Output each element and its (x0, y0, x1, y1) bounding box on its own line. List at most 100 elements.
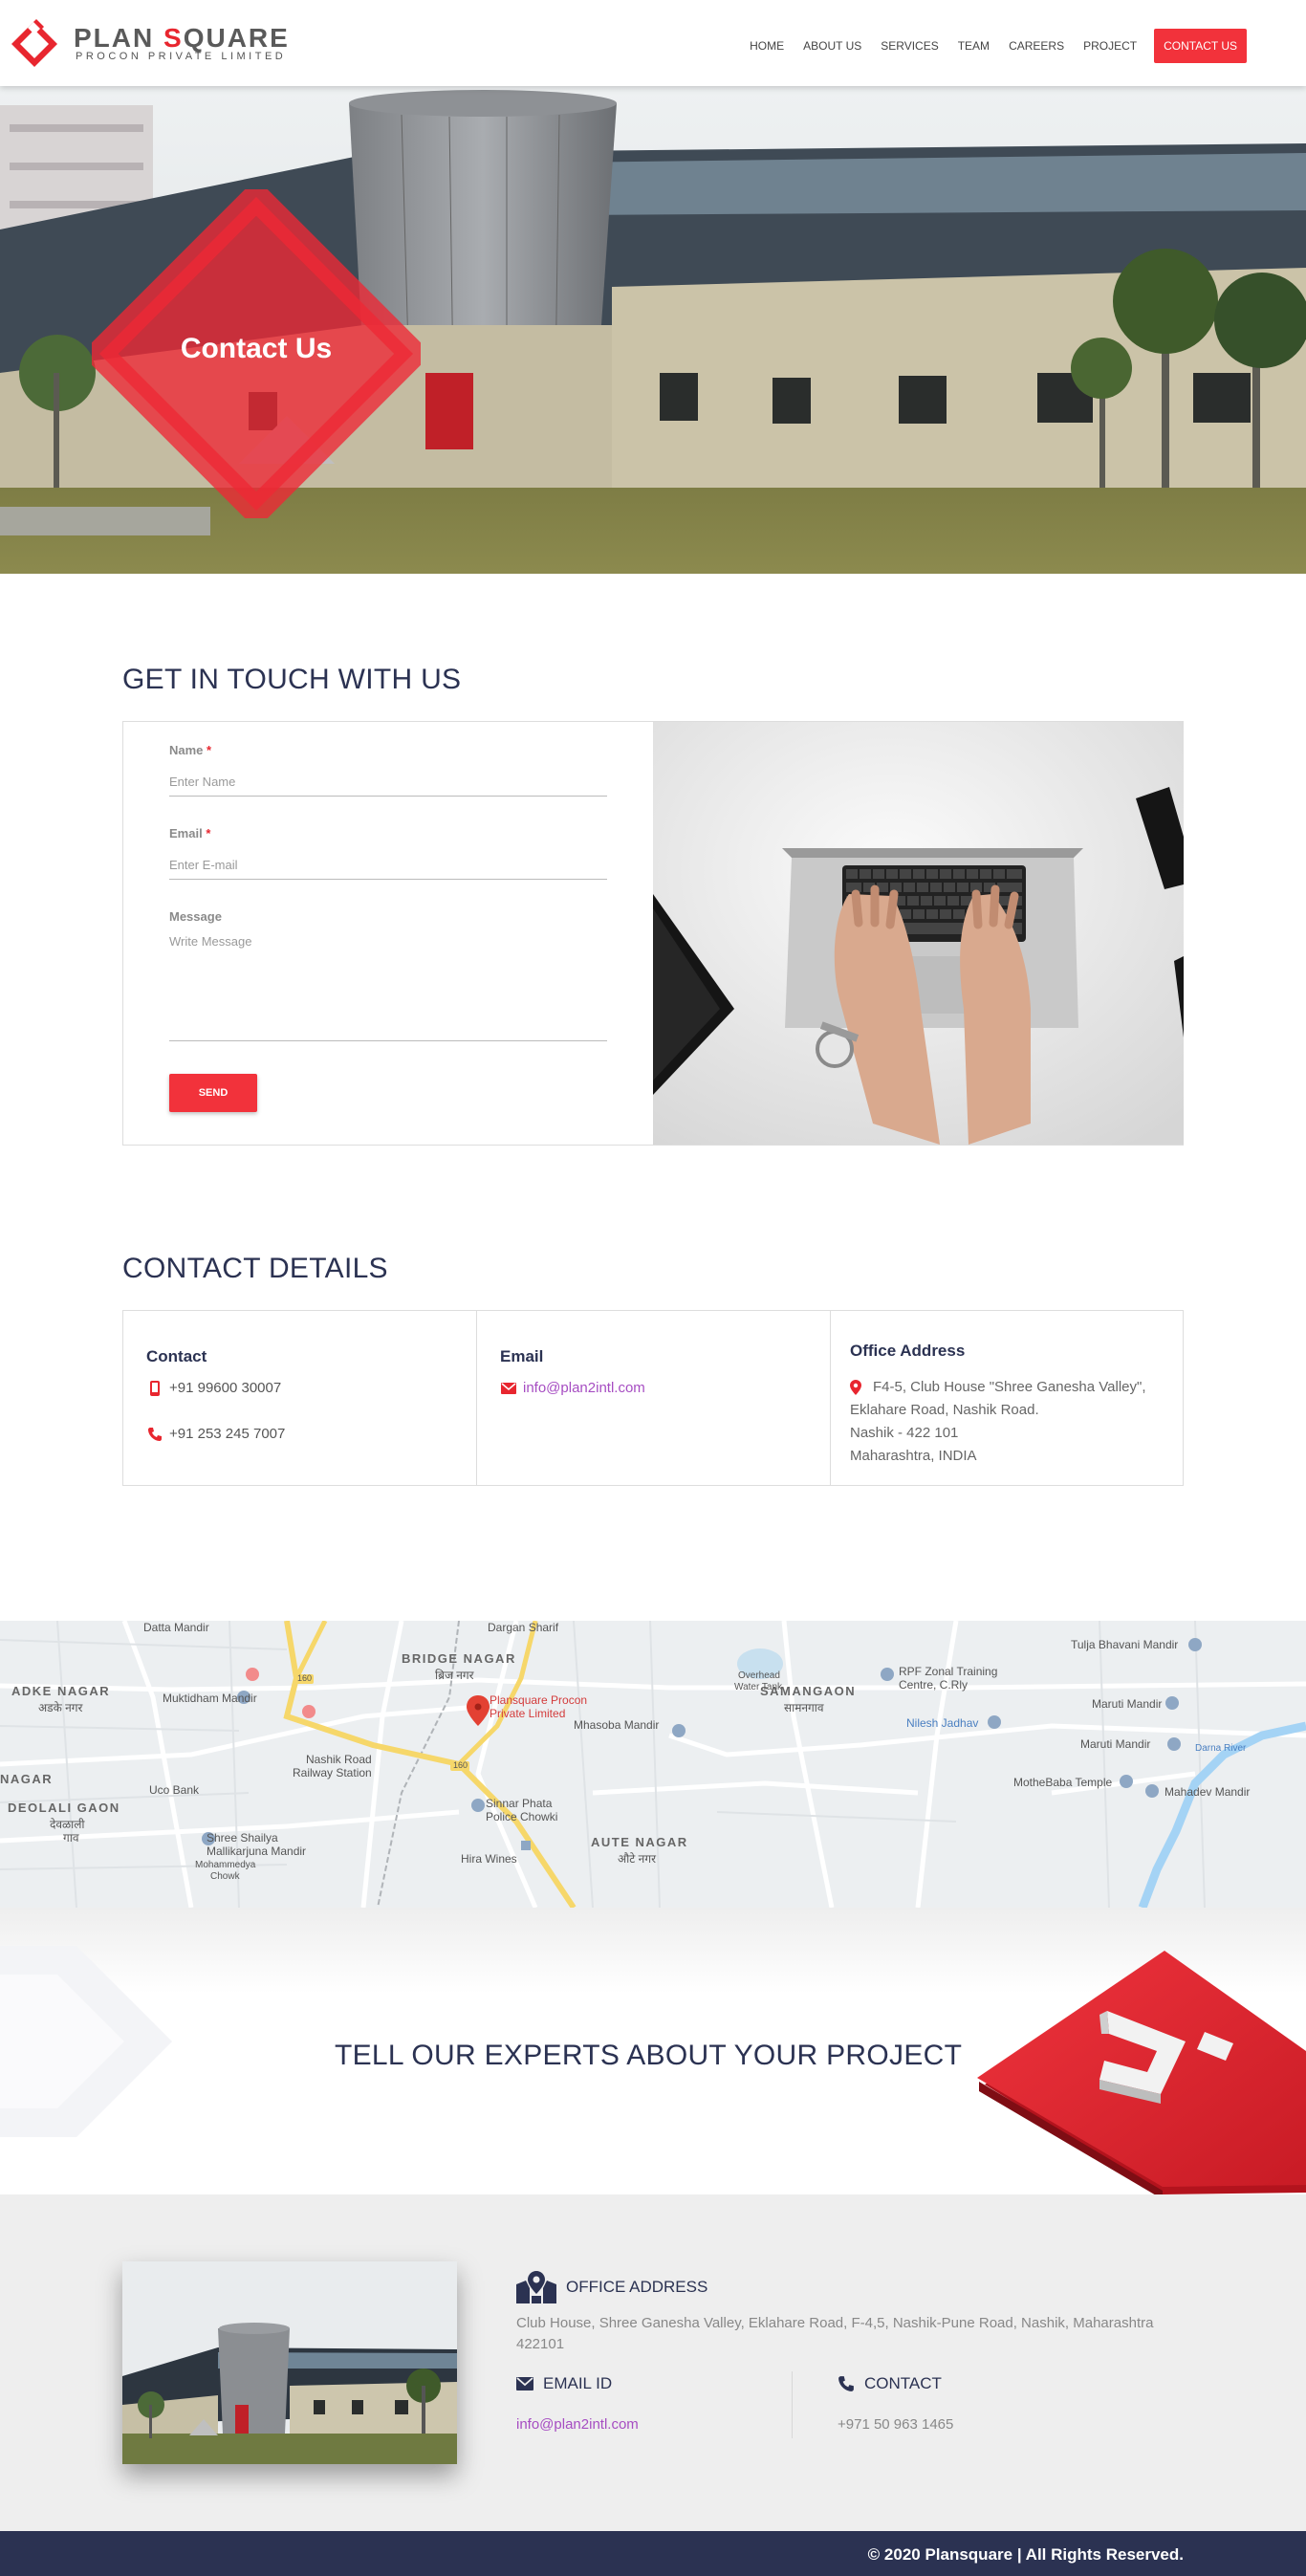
copyright-bar: © 2020 Plansquare | All Rights Reserved. (0, 2531, 1306, 2576)
phone-icon (838, 2375, 855, 2392)
office-column: Office Address F4-5, Club House "Shree G… (831, 1311, 1183, 1485)
map-label: ब्रिज नगर (435, 1669, 474, 1682)
hero-title: Contact Us (180, 333, 333, 364)
message-input[interactable] (169, 934, 607, 1041)
name-input[interactable] (169, 768, 607, 797)
nav-contact-us[interactable]: CONTACT US (1154, 29, 1247, 63)
map-label: Tulja Bhavani Mandir (1071, 1638, 1179, 1651)
map-label: MotheBaba Temple (1013, 1776, 1113, 1789)
map-label: Mallikarjuna Mandir (207, 1845, 307, 1858)
map-label: Dargan Sharif (488, 1621, 559, 1634)
nav-careers[interactable]: CAREERS (1009, 39, 1064, 53)
email-column: Email info@plan2intl.com (477, 1311, 831, 1485)
email-input[interactable] (169, 851, 607, 880)
copyright-text: © 2020 Plansquare | All Rights Reserved. (867, 2545, 1184, 2564)
email-heading: Email (500, 1347, 544, 1365)
map-label: Plansquare Procon (490, 1693, 588, 1707)
map-label: Police Chowki (486, 1810, 558, 1823)
name-label: Name * (169, 743, 212, 757)
map-label: Centre, C.Rly (899, 1678, 969, 1692)
map-label: Muktidham Mandir (163, 1692, 257, 1705)
brand-logo-icon (11, 19, 57, 67)
map-label: सामनगाव (784, 1701, 824, 1714)
map-label: अडके नगर (38, 1701, 83, 1714)
map-label: Mahadev Mandir (1165, 1785, 1251, 1799)
map-label: 160 (453, 1760, 468, 1770)
brand-subtitle: PROCON PRIVATE LIMITED (76, 51, 287, 62)
envelope-icon (516, 2377, 533, 2390)
contact-form-card: Name * Email * Message SEND (122, 721, 1184, 1146)
laptop-photo (653, 722, 1184, 1145)
nav-services[interactable]: SERVICES (881, 39, 938, 53)
map-label: RPF Zonal Training (899, 1665, 998, 1678)
contact-column: Contact +91 99600 30007 +91 253 245 7007 (123, 1311, 477, 1485)
office-address: F4-5, Club House "Shree Ganesha Valley",… (850, 1379, 1146, 1464)
map-label: Sinnar Phata (486, 1797, 553, 1810)
footer-building-image (122, 2261, 457, 2464)
brand-logo[interactable]: PLAN SQUARE PROCON PRIVATE LIMITED (10, 19, 290, 67)
map-label: Water Tank (734, 1682, 783, 1692)
nav-team[interactable]: TEAM (958, 39, 990, 53)
office-heading: Office Address (850, 1342, 966, 1360)
nav-project[interactable]: PROJECT (1083, 39, 1137, 53)
map-label: गाव (63, 1831, 79, 1845)
footer-office-heading: OFFICE ADDRESS (516, 2271, 707, 2303)
mobile-number[interactable]: +91 99600 30007 (169, 1380, 281, 1396)
phone-number[interactable]: +91 253 245 7007 (169, 1426, 285, 1442)
map-label: DEOLALI GAON (8, 1801, 120, 1815)
contact-form: Name * Email * Message SEND (123, 722, 653, 1145)
nav-about-us[interactable]: ABOUT US (803, 39, 861, 53)
map-label: Darna River (1195, 1743, 1247, 1754)
cta-text: TELL OUR EXPERTS ABOUT YOUR PROJECT (335, 2040, 963, 2071)
get-in-touch-title: GET IN TOUCH WITH US (122, 664, 462, 695)
contact-details-title: CONTACT DETAILS (122, 1253, 388, 1284)
map-label: AUTE NAGAR (591, 1835, 688, 1849)
cta-section: TELL OUR EXPERTS ABOUT YOUR PROJECT (0, 1908, 1306, 2194)
map-label: औटे नगर (618, 1852, 656, 1866)
nav-home[interactable]: HOME (750, 39, 784, 53)
footer-email-link[interactable]: info@plan2intl.com (516, 2414, 639, 2435)
map-label: Private Limited (490, 1707, 566, 1720)
map-label: ADKE NAGAR (11, 1684, 111, 1698)
phone-icon (146, 1426, 163, 1443)
map-label: Nashik Road (306, 1753, 372, 1766)
map-label: Uco Bank (149, 1783, 200, 1797)
map-label: BRIDGE NAGAR (402, 1651, 516, 1666)
map-label: Maruti Mandir (1092, 1697, 1163, 1711)
hero-banner: Contact Us (0, 86, 1306, 574)
map-pin-icon (850, 1380, 863, 1395)
map-label: Datta Mandir (143, 1621, 209, 1634)
message-label: Message (169, 909, 222, 924)
footer-phone[interactable]: +971 50 963 1465 (838, 2414, 953, 2435)
laptop-illustration (653, 722, 1184, 1145)
email-line: info@plan2intl.com (500, 1380, 645, 1397)
brand-name: PLAN SQUARE (74, 23, 290, 53)
map-label: Chowk (210, 1871, 240, 1882)
location-map[interactable]: Datta Mandir Dargan Sharif BRIDGE NAGAR … (0, 1621, 1306, 1908)
send-button[interactable]: SEND (169, 1074, 257, 1112)
site-header: PLAN SQUARE PROCON PRIVATE LIMITED HOME … (0, 0, 1306, 86)
map-label: Shree Shailya (207, 1831, 278, 1845)
footer-office-address: Club House, Shree Ganesha Valley, Eklaha… (516, 2315, 1154, 2352)
map-label: Mhasoba Mandir (574, 1718, 660, 1732)
envelope-icon (500, 1380, 517, 1397)
map-label: Mohammedya (195, 1860, 256, 1870)
mobile-icon (146, 1380, 163, 1397)
main-nav: HOME ABOUT US SERVICES TEAM CAREERS PROJ… (730, 29, 1247, 63)
map-marked-icon (516, 2271, 556, 2303)
email-label: Email * (169, 826, 211, 840)
footer-email-heading: EMAIL ID (516, 2374, 612, 2393)
footer-contact-heading: CONTACT (838, 2374, 942, 2393)
footer-divider (792, 2371, 793, 2438)
map-label: Overhead (738, 1670, 780, 1681)
email-link[interactable]: info@plan2intl.com (523, 1380, 645, 1396)
map-label: Nilesh Jadhav (906, 1716, 979, 1730)
map-label: 160 (297, 1673, 313, 1683)
map-label: Maruti Mandir (1080, 1737, 1151, 1751)
map-label: Hira Wines (461, 1852, 517, 1866)
page: PLAN SQUARE PROCON PRIVATE LIMITED HOME … (0, 0, 1306, 2576)
map-label: Railway Station (293, 1766, 372, 1779)
contact-details-card: Contact +91 99600 30007 +91 253 245 7007… (122, 1310, 1184, 1486)
footer-building-photo (122, 2261, 457, 2464)
map-label: NAGAR (0, 1772, 54, 1786)
